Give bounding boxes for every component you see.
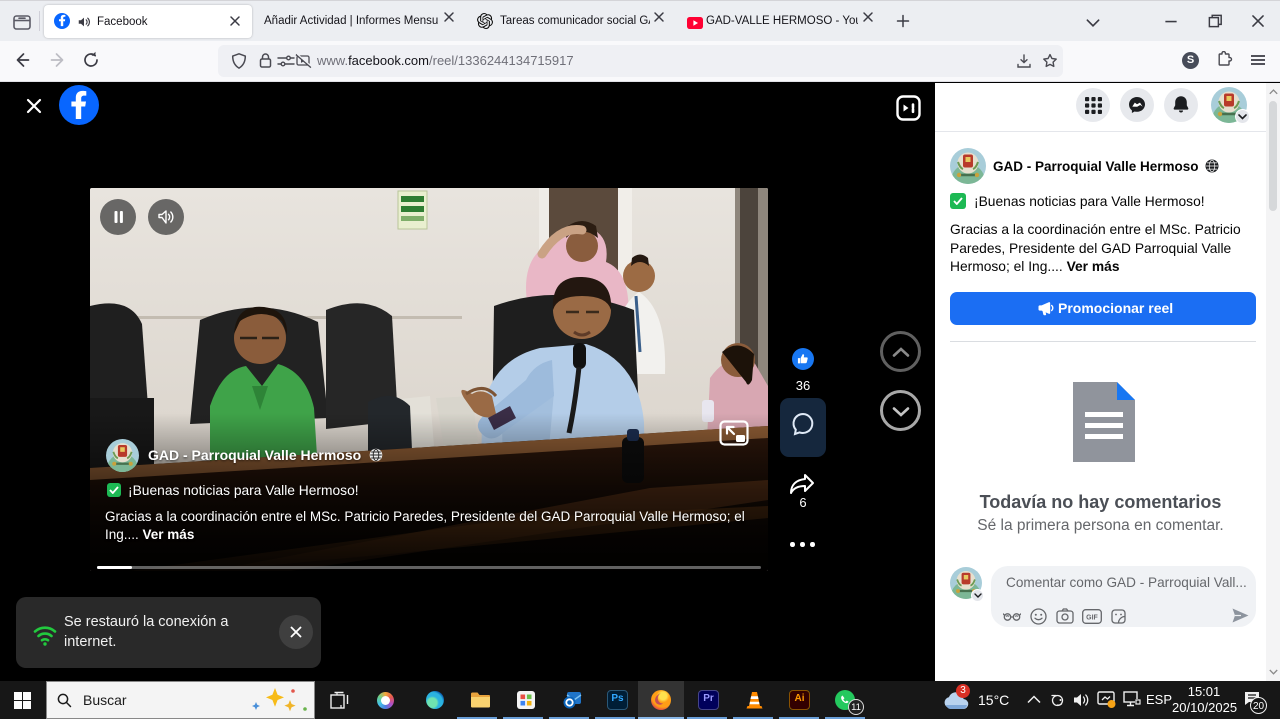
- svg-text:GIF: GIF: [1086, 615, 1098, 622]
